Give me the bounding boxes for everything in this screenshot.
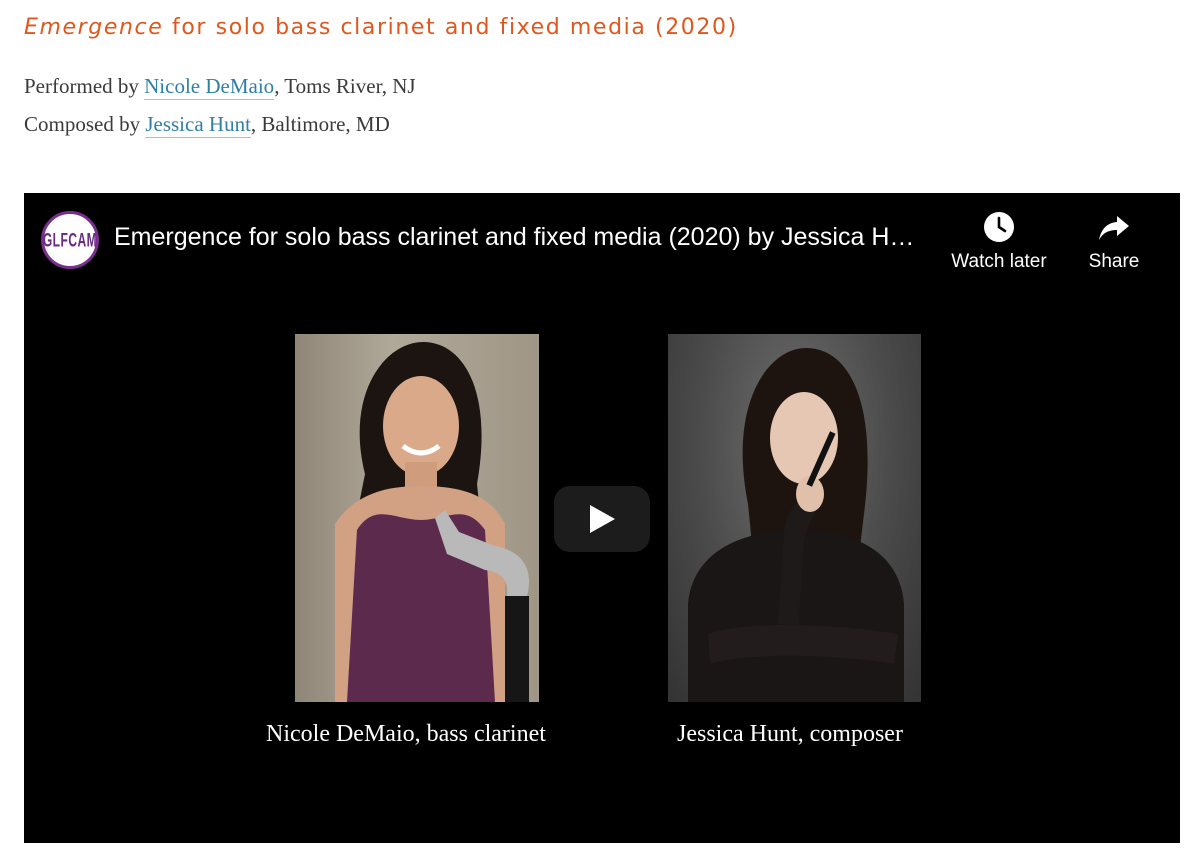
video-title[interactable]: Emergence for solo bass clarinet and fix… (114, 223, 924, 252)
composer-photo (668, 334, 921, 702)
video-player[interactable]: GLFCAM Emergence for solo bass clarinet … (24, 193, 1180, 843)
channel-logo-text: GLFCAM (42, 228, 98, 252)
composed-by-line: Composed by Jessica Hunt, Baltimore, MD (24, 112, 390, 138)
performer-caption: Nicole DeMaio, bass clarinet (266, 721, 546, 747)
work-title: Emergence for solo bass clarinet and fix… (24, 15, 738, 40)
share-button[interactable]: Share (1059, 211, 1169, 273)
channel-avatar[interactable]: GLFCAM (41, 211, 99, 269)
composer-link[interactable]: Jessica Hunt (145, 112, 251, 138)
watch-later-button[interactable]: Watch later (944, 211, 1054, 273)
play-button[interactable] (554, 486, 650, 552)
share-arrow-icon (1099, 216, 1129, 240)
performer-link[interactable]: Nicole DeMaio (144, 74, 275, 100)
composed-by-label: Composed by (24, 112, 146, 136)
composer-location: , Baltimore, MD (250, 112, 390, 136)
composer-caption: Jessica Hunt, composer (677, 721, 903, 747)
watch-later-label: Watch later (951, 251, 1047, 272)
work-title-rest: for solo bass clarinet and fixed media (… (163, 15, 738, 40)
share-label: Share (1088, 251, 1140, 272)
clock-icon (984, 212, 1014, 242)
work-title-italic: Emergence (24, 15, 164, 40)
play-icon (590, 505, 615, 533)
composer-photo-illustration (688, 348, 904, 702)
performer-photo-illustration (335, 342, 530, 702)
performer-photo (295, 334, 539, 702)
performed-by-label: Performed by (24, 74, 145, 98)
performed-by-line: Performed by Nicole DeMaio, Toms River, … (24, 74, 416, 100)
performer-location: , Toms River, NJ (274, 74, 416, 98)
